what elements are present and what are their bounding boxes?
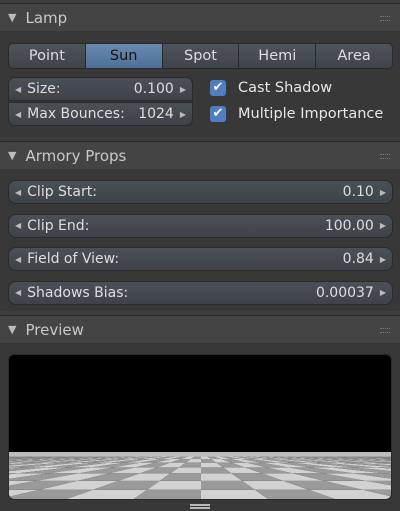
field-label: Field of View:: [27, 251, 120, 267]
armory-panel-title: Armory Props: [25, 146, 127, 165]
max-bounces-label: Max Bounces:: [27, 106, 125, 122]
preview-panel-title: Preview: [25, 320, 84, 339]
drag-grip-icon[interactable]: [380, 328, 390, 333]
size-value: 0.100: [133, 81, 174, 97]
lamp-panel-title: Lamp: [25, 8, 68, 27]
drag-grip-icon[interactable]: [380, 16, 390, 21]
size-field[interactable]: ◀ Size: 0.100 ▶: [8, 77, 193, 101]
increment-arrow-icon[interactable]: ▶: [380, 188, 386, 197]
armory-panel: ◀ Clip Start: 0.10 ▶ ◀ Clip End: 100.00 ▶ ◀ Field…: [0, 169, 400, 311]
checkerboard-floor: [9, 452, 392, 499]
field-label: Clip Start:: [27, 184, 97, 200]
checkmark-icon[interactable]: ✔: [210, 80, 226, 96]
checker-tile: [391, 459, 392, 463]
armory-field[interactable]: ◀ Field of View: 0.84 ▶: [8, 247, 393, 271]
multiple-importance-label: Multiple Importance: [238, 106, 384, 122]
lamp-type-area[interactable]: Area: [316, 44, 392, 68]
increment-arrow-icon[interactable]: ▶: [380, 288, 386, 297]
armory-field[interactable]: ◀ Clip End: 100.00 ▶: [8, 213, 393, 238]
increment-arrow-icon[interactable]: ▶: [380, 255, 386, 264]
increment-arrow-icon[interactable]: ▶: [380, 221, 386, 230]
field-label: Shadows Bias:: [27, 284, 129, 301]
horizon-band: [9, 452, 391, 457]
cast-shadow-checkbox[interactable]: ✔ Cast Shadow: [210, 80, 332, 96]
preview-render: [8, 354, 392, 500]
collapse-triangle-icon: ▼: [8, 149, 17, 162]
max-bounces-value: 1024: [138, 106, 174, 122]
multiple-importance-checkbox[interactable]: ✔ Multiple Importance: [210, 106, 383, 122]
size-label: Size:: [27, 81, 61, 97]
lamp-type-hemi[interactable]: Hemi: [239, 44, 317, 68]
field-value: 100.00: [324, 217, 374, 234]
preview-panel-header[interactable]: ▼ Preview: [0, 315, 400, 343]
cast-shadow-label: Cast Shadow: [238, 80, 333, 96]
armory-field[interactable]: ◀ Shadows Bias: 0.00037 ▶: [8, 280, 393, 305]
lamp-type-point[interactable]: Point: [9, 44, 86, 68]
collapse-triangle-icon: ▼: [8, 323, 17, 336]
armory-field[interactable]: ◀ Clip Start: 0.10 ▶: [8, 180, 393, 204]
lamp-type-sun[interactable]: Sun: [85, 44, 163, 68]
increment-arrow-icon[interactable]: ▶: [180, 85, 186, 94]
max-bounces-field[interactable]: ◀ Max Bounces: 1024 ▶: [8, 102, 193, 126]
field-value: 0.00037: [315, 284, 374, 301]
lamp-type-spot[interactable]: Spot: [162, 44, 240, 68]
field-value: 0.84: [342, 251, 374, 267]
field-value: 0.10: [342, 184, 374, 200]
resize-handle-icon[interactable]: [190, 504, 210, 509]
lamp-type-selector: Point Sun Spot Hemi Area: [8, 43, 393, 69]
increment-arrow-icon[interactable]: ▶: [180, 110, 186, 119]
collapse-triangle-icon: ▼: [8, 11, 17, 24]
field-label: Clip End:: [27, 217, 90, 234]
checkmark-icon[interactable]: ✔: [210, 106, 226, 122]
drag-grip-icon[interactable]: [380, 154, 390, 159]
armory-panel-header[interactable]: ▼ Armory Props: [0, 141, 400, 169]
lamp-panel: Point Sun Spot Hemi Area ◀ Size: 0.100 ▶…: [0, 31, 400, 137]
lamp-panel-header[interactable]: ▼ Lamp: [0, 3, 400, 31]
